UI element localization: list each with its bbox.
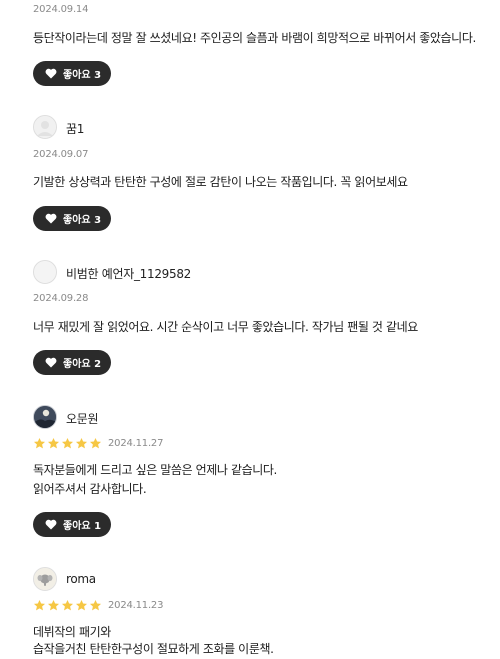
heart-icon (45, 519, 57, 530)
like-button[interactable]: 좋아요 2 (33, 350, 112, 375)
heart-icon (45, 213, 57, 224)
like-label: 좋아요 3 (63, 70, 102, 81)
star-icon (75, 437, 88, 449)
star-icon (47, 599, 60, 611)
default-avatar-icon (33, 260, 57, 284)
review-text: 습작을거친 탄탄한구성이 절묘하게 조화를 이룬책. (33, 642, 274, 656)
star-icon (89, 599, 102, 611)
star-icon (61, 437, 74, 449)
review-text: 독자분들에게 드리고 싶은 말씀은 언제나 같습니다. (33, 463, 277, 477)
like-label: 좋아요 3 (63, 215, 102, 226)
star-rating (33, 437, 102, 450)
review-date: 2024.11.27 (108, 438, 164, 449)
default-avatar-icon (33, 115, 57, 139)
review-date: 2024.09.28 (33, 293, 89, 304)
star-icon (33, 437, 46, 449)
user-name[interactable]: 오문원 (66, 410, 99, 427)
elephant-avatar-icon (33, 567, 57, 591)
star-icon (47, 437, 60, 449)
review-date: 2024.09.14 (33, 4, 89, 15)
user-name[interactable]: 비범한 예언자_1129582 (66, 265, 191, 282)
review-text: 기발한 상상력과 탄탄한 구성에 절로 감탄이 나오는 작품입니다. 꼭 읽어보… (33, 175, 408, 189)
heart-icon (45, 357, 57, 368)
heart-icon (45, 68, 57, 79)
like-label: 좋아요 1 (63, 521, 102, 532)
user-name[interactable]: roma (66, 572, 96, 586)
moon-landscape-avatar-icon (33, 405, 57, 429)
review-date: 2024.09.07 (33, 149, 89, 160)
review-text: 너무 재밌게 잘 읽었어요. 시간 순삭이고 너무 좋았습니다. 작가님 팬될 … (33, 320, 418, 334)
like-button[interactable]: 좋아요 3 (33, 61, 112, 86)
like-label: 좋아요 2 (63, 359, 102, 370)
user-name[interactable]: 꿈1 (66, 120, 84, 137)
star-icon (89, 437, 102, 449)
star-icon (33, 599, 46, 611)
like-button[interactable]: 좋아요 3 (33, 206, 112, 231)
star-icon (61, 599, 74, 611)
review-date: 2024.11.23 (108, 600, 164, 611)
review-text: 등단작이라는데 정말 잘 쓰셨네요! 주인공의 슬픔과 바램이 희망적으로 바뀌… (33, 31, 476, 45)
star-icon (75, 599, 88, 611)
star-rating (33, 599, 102, 612)
like-button[interactable]: 좋아요 1 (33, 512, 112, 537)
review-text: 읽어주셔서 감사합니다. (33, 482, 147, 496)
